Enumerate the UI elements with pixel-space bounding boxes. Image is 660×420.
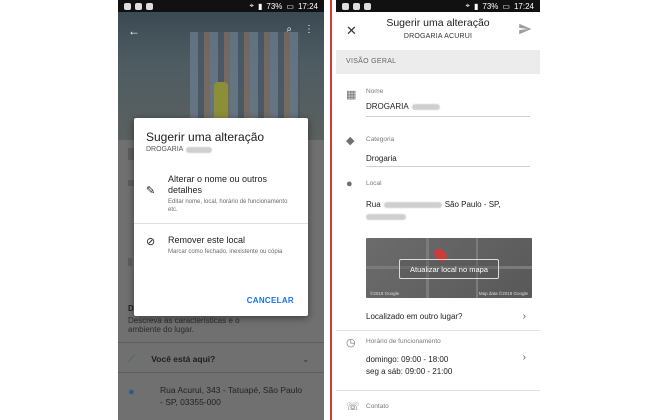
name-field[interactable]: ▦ Nome DROGARIA [336,86,540,120]
update-map-location-button[interactable]: Atualizar local no mapa [399,259,499,279]
hours-label: Horário de funcionamento [366,338,441,345]
chevron-right-icon: › [522,352,526,363]
location-label: Local [366,180,382,187]
notification-icon [364,2,371,10]
left-phone-screen: ⌖ ▮ 73% ▭ 17:24 ← ⌕ ⋮ D Descreva as cara… [118,0,324,420]
notification-icon [353,2,360,10]
option-remove-desc: Marcar como fechado, inexistente ou cópi… [168,249,283,255]
edit-title: Sugerir uma alteração [386,17,490,29]
location-prefix: Rua [366,200,381,209]
store-icon: ▦ [346,89,357,101]
suggest-edit-dialog: Sugerir uma alteração DROGARIA ✎ Alterar… [134,118,308,316]
clock: 17:24 [297,1,318,11]
map-pin-icon: ● [128,386,135,398]
hours-line-weekdays: seg a sáb: 09:00 - 21:00 [366,367,453,376]
cancel-button[interactable]: CANCELAR [247,296,294,305]
map-attribution: Map data ©2018 Google [478,291,528,296]
contact-field[interactable]: ☏ Contato [336,398,540,418]
hours-field[interactable]: ◷ Horário de funcionamento domingo: 09:0… [336,334,540,386]
option-edit-desc: Editar nome, local, horário de funcionam… [168,199,288,213]
option-edit-details[interactable]: ✎ Alterar o nome ou outros detalhes Edit… [134,172,308,222]
battery-level: 73% [266,1,283,11]
more-vert-icon[interactable]: ⋮ [304,24,314,35]
dialog-title: Sugerir uma alteração [146,130,265,144]
located-elsewhere-label: Localizado em outro lugar? [366,312,463,321]
edit-subtitle: DROGARIA ACURUI [403,33,473,40]
store-shelves-image [190,32,300,132]
right-phone-screen: ⌖ ▮ 73% ▭ 17:24 ✕ Sugerir uma alteração … [336,0,540,420]
category-label: Categoria [366,136,395,143]
search-icon[interactable]: ⌕ [286,24,292,35]
location-suffix: São Paulo - SP, [444,200,501,209]
located-elsewhere-link[interactable]: Localizado em outro lugar? › [366,311,530,322]
option-remove-title: Remover este local [168,235,246,245]
address-line-1: Rua Acurui, 343 - Tatuapé, São Paulo [160,385,303,395]
redacted-text [411,103,440,110]
edit-header: ✕ Sugerir uma alteração DROGARIA ACURUI [336,12,540,50]
trending-icon: ⟋ [128,354,135,365]
phone-icon: ☏ [346,401,360,413]
battery-level: 73% [482,1,499,11]
person-image [214,82,228,122]
signal-icon: ▮ [473,1,479,11]
location-icon: ⌖ [249,1,254,10]
option-remove-place[interactable]: ⊘ Remover este local Marcar como fechado… [134,232,308,276]
divider-line [330,0,332,420]
redacted-text [186,146,213,153]
dialog-subtitle: DROGARIA [146,146,213,153]
notification-icon [135,2,142,10]
location-icon: ⌖ [465,1,470,10]
status-bar: ⌖ ▮ 73% ▭ 17:24 [336,0,540,12]
send-icon[interactable] [518,22,532,36]
section-title: VISÃO GERAL [346,58,397,65]
redacted-text [383,201,442,208]
map-pin-icon: ● [346,178,353,190]
signal-icon: ▮ [257,1,263,11]
pencil-icon: ✎ [146,185,156,197]
location-off-icon: ⊘ [146,236,156,248]
notification-icon [342,2,349,10]
category-field[interactable]: ◆ Categoria Drogaria [336,132,540,168]
notification-icon [146,2,153,10]
location-field[interactable]: ● Local Rua São Paulo - SP, [336,176,540,232]
category-icon: ◆ [346,135,355,147]
status-bar: ⌖ ▮ 73% ▭ 17:24 [118,0,324,12]
you-are-here-row[interactable]: ⟋ Você está aqui? ⌄ [128,354,324,365]
section-header: VISÃO GERAL [336,50,540,74]
dim-heading-fragment: D [128,304,134,313]
battery-icon: ▭ [502,1,510,11]
category-value: Drogaria [366,154,397,163]
place-description: Descreva as características e o ambiente… [128,316,240,334]
chevron-down-icon: ⌄ [302,354,310,364]
name-label: Nome [366,88,384,95]
google-logo: ©2018 Google [370,291,400,296]
address-line-2: - SP, 03355-000 [160,397,221,407]
option-edit-title: Alterar o nome ou outros detalhes [168,174,268,195]
screenshot-stage: ⌖ ▮ 73% ▭ 17:24 ← ⌕ ⋮ D Descreva as cara… [0,0,660,420]
map-preview[interactable]: Atualizar local no mapa ©2018 Google Map… [366,238,532,298]
hours-line-sunday: domingo: 09:00 - 18:00 [366,355,449,364]
you-are-here-label: Você está aqui? [151,354,216,364]
name-value: DROGARIA [366,102,409,111]
battery-icon: ▭ [286,1,294,11]
notification-icon [124,2,131,10]
redacted-text [366,214,406,220]
dim-block [128,258,132,266]
clock: 17:24 [513,1,534,11]
clock-icon: ◷ [346,337,356,349]
chevron-right-icon: › [522,311,526,322]
back-arrow-icon[interactable]: ← [128,24,140,38]
contact-label: Contato [366,403,389,410]
